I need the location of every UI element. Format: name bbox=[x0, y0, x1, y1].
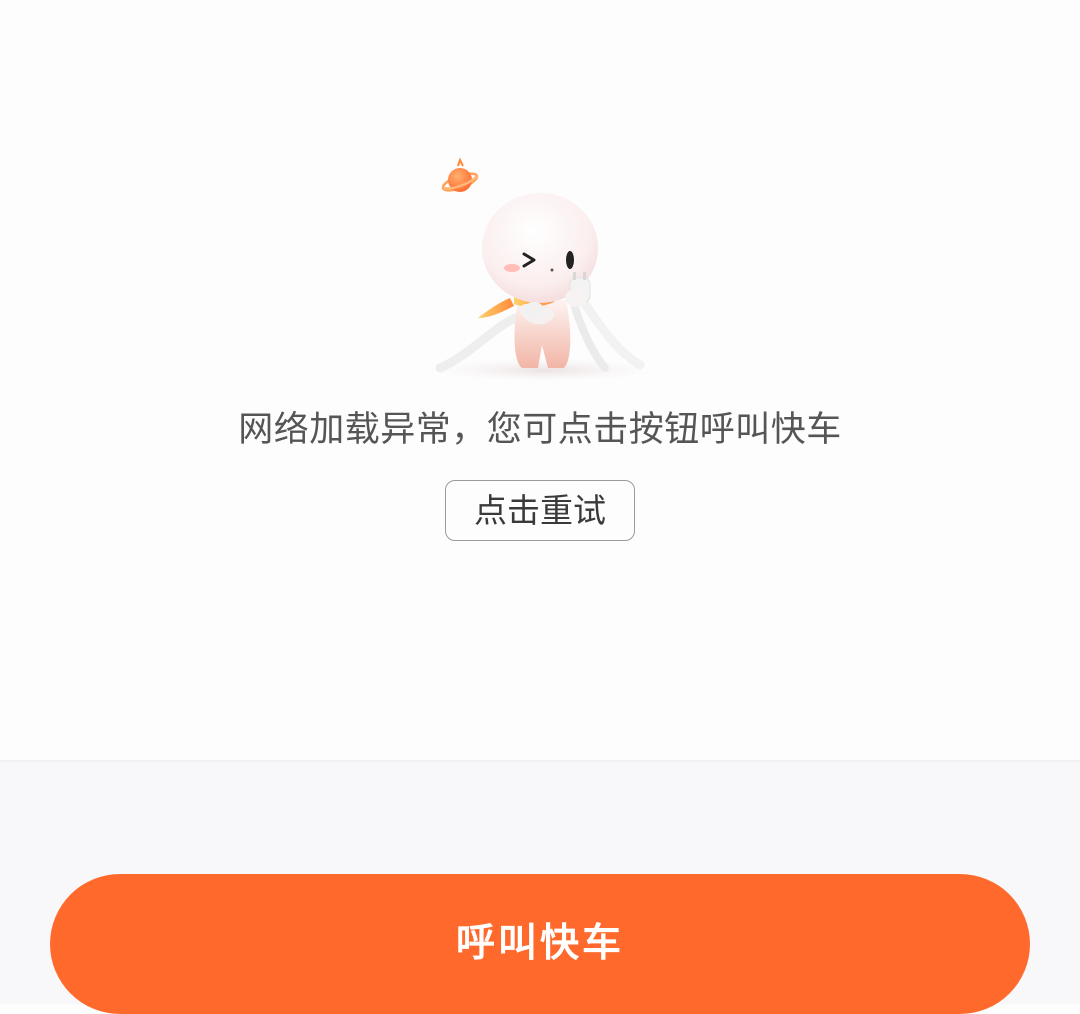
network-error-message: 网络加载异常，您可点击按钮呼叫快车 bbox=[238, 410, 842, 450]
content-area: 网络加载异常，您可点击按钮呼叫快车 点击重试 bbox=[0, 0, 1080, 760]
retry-button[interactable]: 点击重试 bbox=[445, 480, 635, 541]
call-express-car-label: 呼叫快车 bbox=[455, 921, 624, 966]
call-express-car-button[interactable]: 呼叫快车 bbox=[50, 874, 1030, 1014]
mascot-illustration bbox=[430, 150, 660, 385]
mascot-holding-cable-icon bbox=[435, 157, 655, 382]
